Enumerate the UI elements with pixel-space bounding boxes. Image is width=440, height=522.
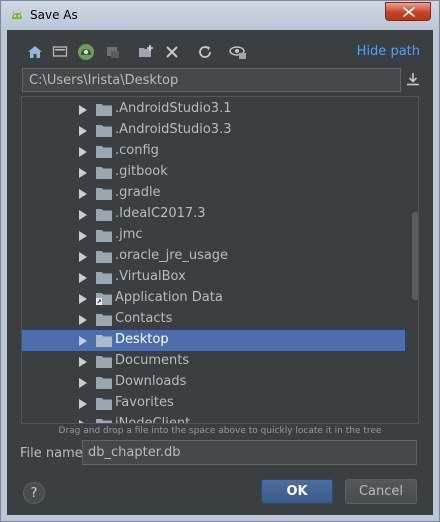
folder-icon: [96, 230, 112, 242]
save-dialog: Hide path C:\Users\Irista\Desktop iNodeC…: [7, 30, 433, 515]
tree-item[interactable]: iNodeClient: [22, 414, 405, 424]
tree-item-label: .VirtualBox: [115, 269, 186, 284]
project-icon[interactable]: [77, 43, 95, 61]
close-button[interactable]: [385, 2, 431, 21]
folder-shortcut-icon: [96, 293, 112, 305]
tree-item-label: iNodeClient: [115, 416, 191, 424]
tree-item[interactable]: Favorites: [22, 393, 405, 414]
title-bar: Save As: [0, 0, 440, 30]
tree-item[interactable]: .gradle: [22, 183, 405, 204]
tree-item[interactable]: .AndroidStudio3.3: [22, 120, 405, 141]
expand-arrow-icon[interactable]: [79, 399, 87, 409]
ok-button[interactable]: OK: [261, 479, 333, 504]
cancel-button[interactable]: Cancel: [345, 479, 417, 504]
expand-arrow-icon[interactable]: [79, 420, 87, 423]
home-icon[interactable]: [26, 43, 44, 61]
folder-icon: [96, 146, 112, 158]
folder-icon: [96, 209, 112, 221]
expand-arrow-icon[interactable]: [79, 273, 87, 283]
tree-item[interactable]: .jmc: [22, 225, 405, 246]
folder-icon: [96, 377, 112, 389]
drag-drop-hint: Drag and drop a file into the space abov…: [58, 426, 382, 436]
tree-item-label: .AndroidStudio3.3: [115, 122, 232, 137]
android-studio-icon: [12, 11, 22, 19]
tree-scrollbar[interactable]: [412, 212, 418, 300]
delete-icon[interactable]: [163, 43, 181, 61]
folder-icon: [96, 251, 112, 263]
folder-icon: [96, 125, 112, 137]
expand-arrow-icon[interactable]: [79, 294, 87, 304]
expand-arrow-icon[interactable]: [79, 357, 87, 367]
tree-item-label: .config: [115, 143, 159, 158]
tree-item[interactable]: .IdeaIC2017.3: [22, 204, 405, 225]
tree-item[interactable]: Application Data: [22, 288, 405, 309]
tree-item-label: Desktop: [115, 332, 169, 347]
expand-arrow-icon[interactable]: [79, 252, 87, 262]
expand-arrow-icon[interactable]: [79, 105, 87, 115]
folder-icon: [96, 104, 112, 116]
file-name-label: File name:: [20, 446, 88, 461]
window-title: Save As: [30, 8, 78, 22]
expand-arrow-icon[interactable]: [79, 147, 87, 157]
expand-arrow-icon[interactable]: [79, 168, 87, 178]
folder-icon: [96, 167, 112, 179]
tree-item-label: .jmc: [115, 227, 143, 242]
desktop-icon[interactable]: [51, 43, 69, 61]
tree-item-label: .IdeaIC2017.3: [115, 206, 206, 221]
tree-item[interactable]: .oracle_jre_usage: [22, 246, 405, 267]
file-name-input[interactable]: db_chapter.db: [82, 440, 417, 465]
tree-item[interactable]: .AndroidStudio3.1: [22, 99, 405, 120]
tree-item[interactable]: .VirtualBox: [22, 267, 405, 288]
tree-item[interactable]: Contacts: [22, 309, 405, 330]
tree-item-label: .gitbook: [115, 164, 168, 179]
folder-icon: [96, 272, 112, 284]
tree-item-label: Contacts: [115, 311, 173, 326]
refresh-icon[interactable]: [196, 43, 214, 61]
tree-item[interactable]: .gitbook: [22, 162, 405, 183]
download-icon[interactable]: [406, 72, 420, 86]
hide-path-link[interactable]: Hide path: [357, 44, 420, 59]
module-icon[interactable]: [104, 43, 122, 61]
tree-item[interactable]: Documents: [22, 351, 405, 372]
expand-arrow-icon[interactable]: [79, 336, 87, 346]
folder-icon: [96, 419, 112, 423]
tree-item-label: Downloads: [115, 374, 187, 389]
tree-item[interactable]: .config: [22, 141, 405, 162]
show-hidden-icon[interactable]: [229, 43, 247, 61]
tree-item-label: Favorites: [115, 395, 174, 410]
folder-icon: [96, 335, 112, 347]
folder-icon: [96, 356, 112, 368]
expand-arrow-icon[interactable]: [79, 126, 87, 136]
expand-arrow-icon[interactable]: [79, 210, 87, 220]
folder-icon: [96, 314, 112, 326]
tree-item-label: Documents: [115, 353, 190, 368]
new-folder-icon[interactable]: [137, 43, 155, 61]
expand-arrow-icon[interactable]: [79, 231, 87, 241]
file-tree[interactable]: iNodeClient Favorites Downloads Documents De…: [21, 96, 419, 424]
tree-item[interactable]: Downloads: [22, 372, 405, 393]
close-icon: [403, 7, 415, 17]
tree-item-label: .oracle_jre_usage: [115, 248, 229, 263]
expand-arrow-icon[interactable]: [79, 378, 87, 388]
folder-icon: [96, 188, 112, 200]
tree-item-label: Application Data: [115, 290, 223, 305]
tree-item[interactable]: Desktop: [22, 330, 405, 351]
tree-item-label: .AndroidStudio3.1: [115, 101, 232, 116]
tree-item-label: .gradle: [115, 185, 161, 200]
expand-arrow-icon[interactable]: [79, 189, 87, 199]
path-input[interactable]: C:\Users\Irista\Desktop: [22, 68, 401, 92]
expand-arrow-icon[interactable]: [79, 315, 87, 325]
folder-icon: [96, 398, 112, 410]
help-button[interactable]: ?: [23, 482, 45, 504]
